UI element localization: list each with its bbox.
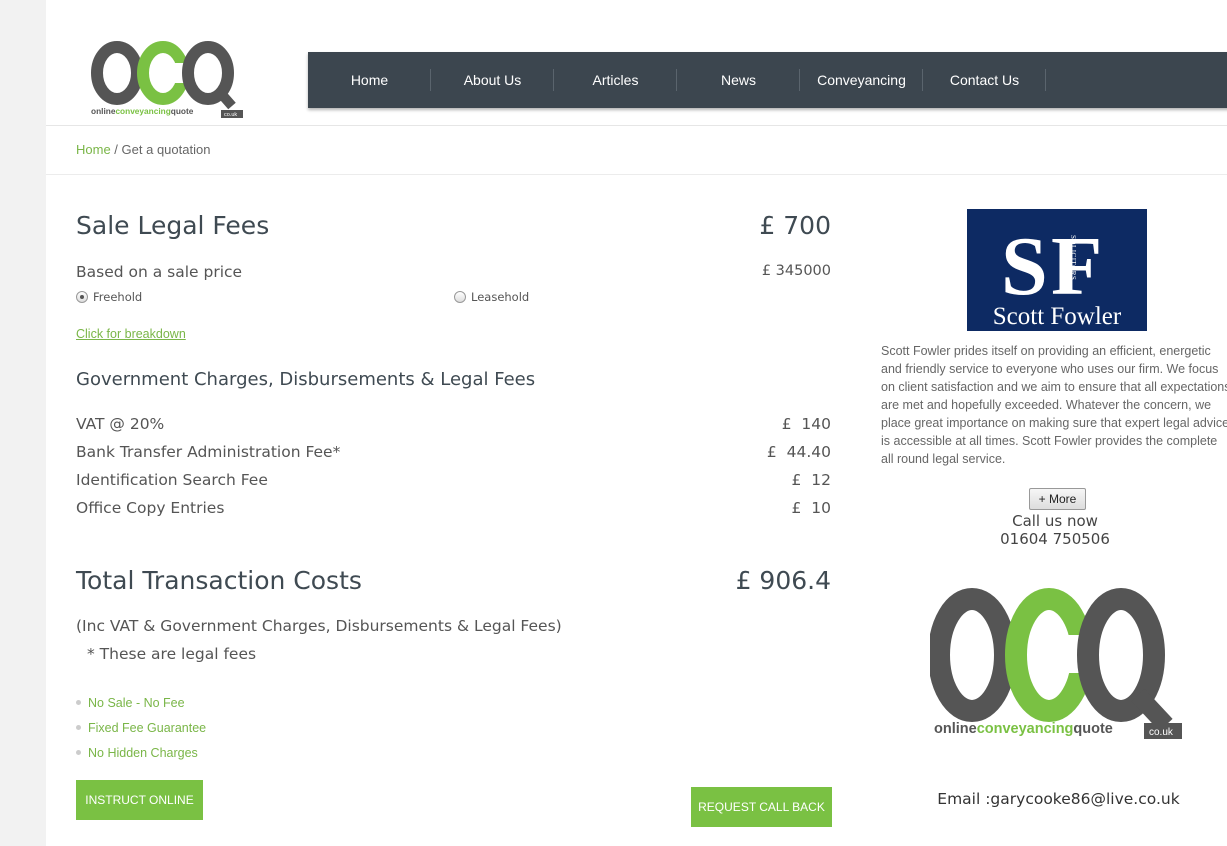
breadcrumb-home-link[interactable]: Home	[76, 142, 111, 157]
nav-divider	[1045, 69, 1046, 91]
breadcrumb-separator: /	[110, 142, 122, 157]
sale-price-label: Based on a sale price	[76, 263, 243, 281]
svg-text:co.uk: co.uk	[1149, 727, 1174, 738]
total-amount: £ 906.4	[735, 566, 831, 595]
nav-contact-us[interactable]: Contact Us	[923, 52, 1046, 108]
list-item: No Sale - No Fee	[76, 690, 206, 715]
more-button[interactable]: + More	[1029, 488, 1086, 510]
nav-home[interactable]: Home	[308, 52, 431, 108]
total-label: Total Transaction Costs	[76, 566, 362, 595]
nav-about-us[interactable]: About Us	[431, 52, 554, 108]
site-logo[interactable]: onlineconveyancingquote co.uk	[90, 40, 250, 120]
contact-email[interactable]: Email :garycooke86@live.co.uk	[926, 790, 1191, 808]
svg-text:onlineconveyancingquote: onlineconveyancingquote	[934, 721, 1113, 737]
fee-amount: £ 44.40	[766, 443, 831, 461]
nav-conveyancing[interactable]: Conveyancing	[800, 52, 923, 108]
call-label: Call us now	[1012, 512, 1098, 530]
breakdown-link[interactable]: Click for breakdown	[76, 327, 186, 341]
svg-text:Scott Fowler: Scott Fowler	[993, 303, 1122, 330]
fee-amount: £ 140	[781, 415, 831, 433]
main-nav: Home About Us Articles News Conveyancing…	[308, 52, 1227, 108]
call-block: Call us now 01604 750506	[958, 512, 1152, 548]
fee-label: Identification Search Fee	[76, 471, 268, 489]
freehold-option[interactable]: Freehold	[76, 290, 142, 304]
fee-label: VAT @ 20%	[76, 415, 165, 433]
benefits-list: No Sale - No Fee Fixed Fee Guarantee No …	[76, 690, 206, 765]
nav-news[interactable]: News	[677, 52, 800, 108]
breadcrumb: Home / Get a quotation	[76, 142, 210, 157]
instruct-online-button[interactable]: INSTRUCT ONLINE	[76, 780, 203, 820]
leasehold-option[interactable]: Leasehold	[454, 290, 529, 304]
fee-label: Office Copy Entries	[76, 499, 225, 517]
benefit-text: Fixed Fee Guarantee	[88, 720, 207, 735]
sale-fees-amount: £ 700	[759, 211, 831, 240]
page: onlineconveyancingquote co.uk Home About…	[46, 0, 1227, 846]
breadcrumb-divider	[46, 174, 1227, 175]
bullet-icon	[76, 750, 81, 755]
firm-description: Scott Fowler prides itself on providing …	[881, 344, 1227, 466]
nav-articles[interactable]: Articles	[554, 52, 677, 108]
scott-fowler-logo: S F SOLICITORS Scott Fowler	[967, 209, 1147, 331]
svg-text:S: S	[1001, 220, 1048, 313]
fee-amount: £ 10	[791, 499, 831, 517]
list-item: No Hidden Charges	[76, 740, 206, 765]
bullet-icon	[76, 725, 81, 730]
legal-note: * These are legal fees	[87, 645, 257, 663]
svg-text:co.uk: co.uk	[224, 112, 237, 118]
phone-number[interactable]: 01604 750506	[958, 530, 1152, 548]
leasehold-radio[interactable]	[454, 291, 466, 303]
fee-amount: £ 12	[791, 471, 831, 489]
leasehold-label: Leasehold	[471, 290, 530, 304]
bullet-icon	[76, 700, 81, 705]
benefit-text: No Hidden Charges	[88, 745, 198, 760]
freehold-label: Freehold	[93, 290, 143, 304]
svg-text:SOLICITORS: SOLICITORS	[1069, 235, 1077, 280]
breadcrumb-current: Get a quotation	[121, 142, 211, 157]
sale-fees-title: Sale Legal Fees	[76, 211, 270, 240]
freehold-radio[interactable]	[76, 291, 88, 303]
fee-label: Bank Transfer Administration Fee*	[76, 443, 341, 461]
header-divider	[46, 125, 1227, 126]
sale-price-value: £ 345000	[761, 263, 831, 279]
request-call-back-button[interactable]: REQUEST CALL BACK	[691, 787, 832, 827]
svg-text:onlineconveyancingquote: onlineconveyancingquote	[91, 106, 194, 116]
inc-note: (Inc VAT & Government Charges, Disbursem…	[76, 617, 562, 635]
benefit-text: No Sale - No Fee	[88, 695, 185, 710]
list-item: Fixed Fee Guarantee	[76, 715, 206, 740]
gov-charges-title: Government Charges, Disbursements & Lega…	[76, 369, 536, 390]
ocq-logo-large: onlineconveyancingquote co.uk	[930, 588, 1182, 739]
